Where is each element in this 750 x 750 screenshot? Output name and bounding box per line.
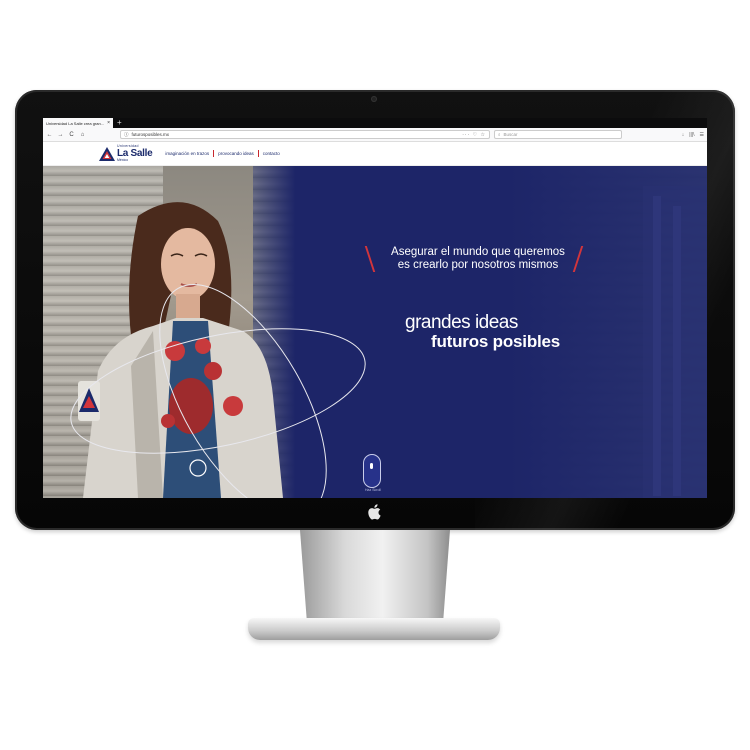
tab-title: Universidad La Salle crea gran... (46, 120, 105, 126)
webcam (371, 96, 377, 102)
tagline-grandes-ideas: grandes ideas (405, 312, 518, 333)
search-input[interactable]: ⌕ Buscar (494, 130, 622, 139)
nav-separator (213, 150, 215, 157)
nav-imaginacion[interactable]: imaginación en trazos (165, 151, 209, 156)
browser-tab[interactable]: Universidad La Salle crea gran... × (43, 118, 113, 128)
page-actions[interactable]: ··· ♡ ☆ (462, 132, 486, 138)
menu-icon[interactable]: ☰ (700, 132, 704, 138)
hero-illustration (70, 186, 707, 498)
hero-section: Asegurar el mundo que queremos es crearl… (43, 166, 707, 498)
library-icon[interactable]: |||\ (689, 132, 694, 138)
site-nav: imaginación en trazos provocando ideas c… (165, 150, 280, 157)
new-tab-button[interactable]: + (113, 118, 126, 128)
back-button[interactable]: ← (46, 132, 53, 138)
quote-line-2: es crearlo por nosotros mismos (397, 259, 559, 271)
monitor-stand-foot (248, 618, 500, 640)
info-icon[interactable]: ⓘ (124, 132, 129, 138)
quote-line-1: Asegurar el mundo que queremos (391, 246, 565, 258)
scroll-dot (370, 463, 373, 469)
forward-button[interactable]: → (57, 132, 64, 138)
navigation-bar: ← → C ⌂ ⓘ futurosposibles.mx ··· ♡ ☆ ⌕ B… (43, 128, 707, 142)
apple-logo-icon (368, 504, 381, 520)
la-salle-star-icon (99, 146, 115, 161)
nav-separator (257, 150, 259, 157)
hero-quote: Asegurar el mundo que queremos es crearl… (373, 246, 583, 272)
la-salle-logo[interactable]: Universidad La Salle México (99, 144, 153, 162)
toolbar-icons: ↓ |||\ ☰ (682, 132, 704, 138)
download-icon[interactable]: ↓ (682, 132, 685, 138)
search-placeholder: Buscar (503, 132, 518, 137)
nav-contacto[interactable]: contacto (263, 151, 280, 156)
tab-bar: Universidad La Salle crea gran... × + (43, 118, 707, 128)
scroll-indicator[interactable] (363, 454, 381, 488)
url-text: futurosposibles.mx (131, 132, 170, 137)
search-icon: ⌕ (498, 132, 501, 137)
reload-icon[interactable]: C (68, 132, 75, 138)
url-bar[interactable]: ⓘ futurosposibles.mx ··· ♡ ☆ (120, 130, 490, 139)
nav-provocando[interactable]: provocando ideas (218, 151, 254, 156)
monitor-stand-neck (300, 530, 450, 630)
home-icon[interactable]: ⌂ (79, 132, 86, 138)
tagline-futuros-posibles: futuros posibles (431, 332, 561, 351)
site-header: Universidad La Salle México imaginación … (43, 142, 707, 166)
logo-main-text: La Salle (117, 147, 153, 159)
close-tab-icon[interactable]: × (107, 120, 110, 126)
browser-window: Universidad La Salle crea gran... × + ← … (43, 118, 707, 498)
logo-sub-text: México (117, 157, 129, 162)
scroll-label: Haz Scroll (365, 488, 381, 492)
